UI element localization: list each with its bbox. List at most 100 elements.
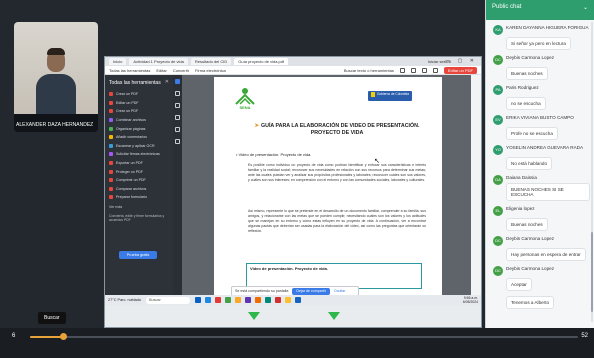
tool-item[interactable]: Crear un PDF bbox=[105, 90, 173, 99]
close-icon[interactable]: ✕ bbox=[165, 79, 169, 85]
text-icon[interactable] bbox=[175, 115, 180, 120]
tool-item[interactable]: Comparar archivos bbox=[105, 185, 173, 194]
tool-item[interactable]: Crear un PDF bbox=[105, 107, 173, 116]
tool-icon bbox=[109, 118, 113, 123]
chat-bubble: Hay personas en espera de entrar bbox=[506, 248, 586, 261]
taskbar-app-icon[interactable] bbox=[274, 297, 281, 303]
chat-scrollbar[interactable] bbox=[591, 22, 593, 322]
chat-sender: Paris Rodriguez bbox=[506, 85, 539, 90]
find-text-field[interactable]: Buscar texto o herramientas bbox=[344, 68, 394, 73]
tool-icon bbox=[109, 186, 113, 191]
participant-name: ALEXANDER DAZA HERNANDEZ bbox=[16, 122, 94, 128]
browser-tab[interactable]: Inicio bbox=[109, 58, 127, 65]
avatar: YO bbox=[493, 145, 503, 155]
search-icon[interactable] bbox=[399, 67, 405, 73]
tool-label: Crear un PDF bbox=[116, 109, 139, 114]
select-icon[interactable] bbox=[175, 79, 180, 84]
taskbar-app-icon[interactable] bbox=[294, 297, 301, 303]
taskbar-app-icon[interactable] bbox=[234, 297, 241, 303]
chat-bubble: Si señor ya pero en lectura bbox=[506, 37, 571, 50]
taskbar-app-icon[interactable] bbox=[264, 297, 271, 303]
chat-message: EL Eligenia lopez Buenas noches bbox=[486, 205, 594, 231]
menu-all-tools[interactable]: Todas las herramientas bbox=[109, 68, 150, 73]
document-title: ➤ GUÍA PARA LA ELABORACIÓN DE VIDEO DE PR… bbox=[252, 123, 422, 137]
chat-bubble: Aceptar bbox=[506, 278, 532, 291]
tool-item[interactable]: Solicitar firmas electrónicas bbox=[105, 150, 173, 159]
tool-label: Comprimir un PDF bbox=[116, 178, 146, 183]
edit-pdf-button[interactable]: Editar un PDF bbox=[443, 66, 477, 74]
tool-icon bbox=[109, 109, 113, 114]
avatar: DC bbox=[493, 236, 503, 246]
sena-logo bbox=[235, 88, 255, 105]
seek-handle[interactable] bbox=[59, 333, 67, 340]
document-viewer[interactable]: SENA Gobierno de Colombia ➤ GUÍA PARA LA … bbox=[182, 75, 481, 295]
chat-title: Public chat bbox=[492, 4, 522, 10]
tool-item[interactable]: Añadir comentarios bbox=[105, 133, 173, 142]
chat-bubble: No está hablando bbox=[506, 157, 553, 170]
hide-notice-button[interactable]: Ocultar bbox=[334, 289, 346, 293]
chevron-down-icon[interactable]: ⌄ bbox=[583, 4, 588, 11]
chat-header[interactable]: Public chat ⌄ bbox=[486, 0, 594, 20]
tool-icon bbox=[109, 100, 113, 105]
tool-icon bbox=[109, 92, 113, 97]
tool-item[interactable]: Preparar formulario bbox=[105, 193, 173, 202]
taskbar-app-icon[interactable] bbox=[284, 297, 291, 303]
taskbar-clock[interactable]: 9:56 a.m. 6/05/2024 bbox=[463, 296, 478, 304]
print-icon[interactable] bbox=[410, 67, 416, 73]
weather-widget[interactable]: 27°C Parc. nublado bbox=[108, 298, 141, 302]
chat-sender: KAREN DAYANNA HIGUERA FORIGUA bbox=[506, 25, 589, 30]
share-icon[interactable] bbox=[421, 67, 427, 73]
taskbar-search[interactable]: Buscar bbox=[145, 296, 190, 304]
stop-sharing-button[interactable]: Dejar de compartir bbox=[292, 287, 330, 295]
chat-message: KA KAREN DAYANNA HIGUERA FORIGUA Si señor … bbox=[486, 24, 594, 50]
chat-bubble: no se escucha bbox=[506, 97, 546, 110]
window-controls[interactable]: — ▢ ✕ bbox=[445, 58, 477, 64]
tool-item[interactable]: Exportar un PDF bbox=[105, 159, 173, 168]
taskbar-app-icon[interactable] bbox=[224, 297, 231, 303]
tool-item[interactable]: Proteger un PDF bbox=[105, 167, 173, 176]
tool-item[interactable]: Escanear y aplicar OCR bbox=[105, 142, 173, 151]
tool-item[interactable]: Editar un PDF bbox=[105, 99, 173, 108]
chat-sender: Deybis Carmona Lopez bbox=[506, 236, 555, 241]
participant-more-icon[interactable]: ⋮ bbox=[86, 30, 94, 39]
try-free-button[interactable]: Prueba gratis bbox=[119, 251, 157, 259]
pen-icon[interactable] bbox=[175, 103, 180, 108]
chat-message-list: KA KAREN DAYANNA HIGUERA FORIGUA Si señor … bbox=[486, 24, 594, 309]
menu-convert[interactable]: Convertir bbox=[173, 68, 189, 73]
taskbar-app-icon[interactable] bbox=[214, 297, 221, 303]
chat-message: DC Deybis Carmona Lopez Buenas noches bbox=[486, 54, 594, 80]
green-arrow-icon bbox=[248, 312, 260, 320]
tool-item[interactable]: Comprimir un PDF bbox=[105, 176, 173, 185]
government-logo: Gobierno de Colombia bbox=[368, 91, 412, 101]
browser-tab-active[interactable]: Guía proyecto de vida.pdf bbox=[234, 58, 289, 65]
public-chat-panel: Public chat ⌄ KA KAREN DAYANNA HIGUERA FO… bbox=[485, 0, 594, 328]
taskbar-app-icon[interactable] bbox=[194, 297, 201, 303]
view-more-link[interactable]: Ver más bbox=[105, 202, 173, 212]
taskbar-app-icon[interactable] bbox=[204, 297, 211, 303]
chat-sender: YOSELIN ANDREA GUEVARA RADA bbox=[506, 145, 584, 150]
chat-scroll-thumb[interactable] bbox=[591, 232, 593, 312]
promo-text: Convierta, edite y firme formularios y a… bbox=[109, 213, 165, 222]
menu-edit[interactable]: Editar bbox=[156, 68, 166, 73]
link-icon[interactable] bbox=[432, 67, 438, 73]
tool-icon bbox=[109, 161, 113, 166]
seek-bar[interactable] bbox=[30, 333, 578, 340]
tool-label: Combinar archivos bbox=[116, 118, 146, 123]
tool-label: Organizar páginas bbox=[116, 126, 146, 131]
document-page[interactable]: SENA Gobierno de Colombia ➤ GUÍA PARA LA … bbox=[214, 77, 442, 295]
taskbar-app-icon[interactable] bbox=[254, 297, 261, 303]
tool-label: Crear un PDF bbox=[116, 92, 139, 97]
menu-esign[interactable]: Firma electrónica bbox=[195, 68, 226, 73]
tool-item[interactable]: Combinar archivos bbox=[105, 116, 173, 125]
taskbar-app-icon[interactable] bbox=[244, 297, 251, 303]
browser-tab[interactable]: Actividad 1 Proyecto de vida bbox=[129, 58, 188, 65]
tool-item[interactable]: Organizar páginas bbox=[105, 124, 173, 133]
search-tooltip: Buscar bbox=[38, 312, 66, 324]
tool-icon bbox=[109, 178, 113, 183]
signature-icon[interactable] bbox=[175, 127, 180, 132]
participant-hair bbox=[47, 48, 65, 55]
comment-icon[interactable] bbox=[175, 91, 180, 96]
more-tools-icon[interactable] bbox=[175, 139, 180, 144]
avatar: EL bbox=[493, 206, 503, 216]
browser-tab[interactable]: Resultado del CID bbox=[190, 58, 232, 65]
